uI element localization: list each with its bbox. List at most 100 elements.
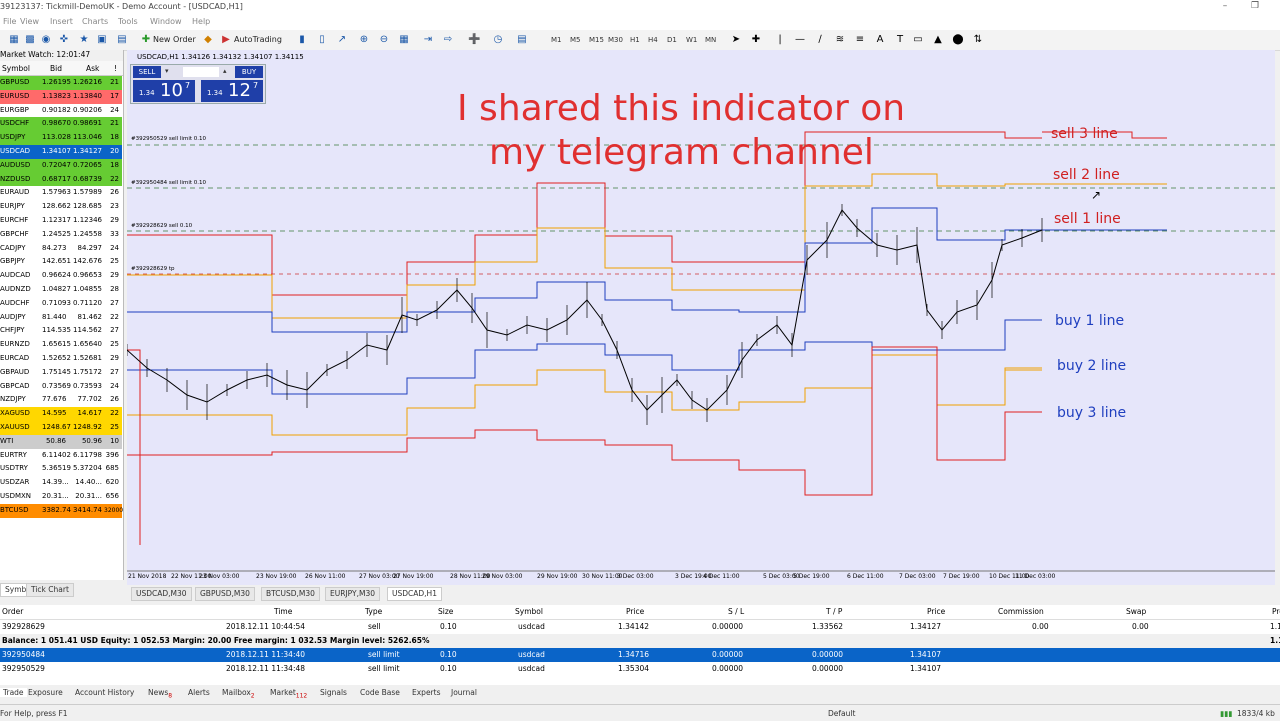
market-watch-row[interactable]: AUDCAD 0.96624 0.96653 29 (0, 269, 122, 283)
indicators-icon[interactable]: ➕ (468, 34, 480, 46)
col-ask[interactable]: Ask (86, 64, 99, 73)
market-watch-row[interactable]: GBPJPY 142.651 142.676 25 (0, 255, 122, 270)
tf-m5[interactable]: M5 (570, 34, 581, 46)
market-watch-row[interactable]: EURGBP 0.90182 0.90206 24 (0, 103, 122, 118)
tab-journal[interactable]: Journal (451, 688, 477, 697)
auto-scroll-icon[interactable]: ⇨ (442, 34, 454, 46)
market-watch-row[interactable]: CADJPY 84.273 84.297 24 (0, 241, 122, 256)
col-sl[interactable]: S / L (728, 605, 744, 619)
tab-code-base[interactable]: Code Base (360, 688, 400, 697)
bar-chart-icon[interactable]: ▮ (296, 34, 308, 46)
col-order[interactable]: Order (2, 605, 23, 619)
horizontal-line-icon[interactable]: — (794, 34, 806, 46)
market-watch-icon[interactable]: ◉ (40, 34, 52, 46)
menu-view[interactable]: View (20, 17, 39, 26)
candlestick-icon[interactable]: ▯ (316, 34, 328, 46)
tile-windows-icon[interactable]: ▦ (398, 34, 410, 46)
lot-up-icon[interactable]: ▴ (223, 67, 227, 75)
col-price[interactable]: Price (626, 605, 644, 619)
tab-trade[interactable]: Trade (0, 688, 27, 697)
menu-insert[interactable]: Insert (50, 17, 73, 26)
market-watch-row[interactable]: EURNZD 1.65615 1.65640 25 (0, 338, 122, 352)
market-watch-row[interactable]: WTI 50.86 50.96 10 (0, 434, 122, 449)
minimize-icon[interactable]: – (1210, 1, 1240, 13)
market-watch-row[interactable]: EURUSD 1.13823 1.13840 17 (0, 89, 122, 104)
market-watch-row[interactable]: USDMXN 20.31... 20.31... 656 (0, 490, 122, 504)
tab-account-history[interactable]: Account History (75, 688, 134, 697)
market-watch-row[interactable]: AUDCHF 0.71093 0.71120 27 (0, 296, 122, 311)
menu-tools[interactable]: Tools (118, 17, 138, 26)
new-chart-icon[interactable]: ▦ (8, 34, 20, 46)
order-row[interactable]: 392950529 2018.12.11 11:34:48 sell limit 0.… (0, 662, 1280, 676)
text-icon[interactable]: A (874, 34, 886, 46)
market-watch-row[interactable]: USDTRY 5.36519 5.37204 685 (0, 462, 122, 477)
tf-m15[interactable]: M15 (589, 34, 604, 46)
menu-charts[interactable]: Charts (82, 17, 108, 26)
col-current-price[interactable]: Price (927, 605, 945, 619)
col-type[interactable]: Type (365, 605, 382, 619)
cursor-icon[interactable]: ➤ (730, 34, 742, 46)
chart-window[interactable]: USDCAD,H1 1.34126 1.34132 1.34107 1.3411… (127, 50, 1275, 585)
lot-down-icon[interactable]: ▾ (165, 67, 169, 75)
metaeditor-icon[interactable]: ◆ (202, 34, 214, 46)
market-watch-row[interactable]: CHFJPY 114.535 114.562 27 (0, 324, 122, 339)
market-watch-row[interactable]: EURAUD 1.57963 1.57989 26 (0, 186, 122, 201)
autotrading-icon[interactable]: ▶ (220, 34, 232, 46)
col-tp[interactable]: T / P (826, 605, 842, 619)
market-watch-row[interactable]: EURTRY 6.11402 6.11798 396 (0, 448, 122, 463)
zoom-in-icon[interactable]: ⊕ (358, 34, 370, 46)
line-chart-icon[interactable]: ↗ (336, 34, 348, 46)
market-watch-row[interactable]: NZDUSD 0.68717 0.68739 22 (0, 172, 122, 187)
tab-tick-chart[interactable]: Tick Chart (26, 583, 74, 597)
zoom-out-icon[interactable]: ⊖ (378, 34, 390, 46)
tester-icon[interactable]: ▤ (116, 34, 128, 46)
triangle-icon[interactable]: ▲ (932, 34, 944, 46)
market-watch-row[interactable]: XAUUSD 1248.67 1248.92 25 (0, 421, 122, 435)
buy-price-box[interactable]: 1.34 12 7 (201, 80, 263, 102)
order-row[interactable]: 392928629 2018.12.11 10:44:54 sell 0.10 usdc… (0, 620, 1280, 634)
tab-market[interactable]: Market112 (270, 688, 307, 700)
order-row[interactable]: 392950484 2018.12.11 11:34:40 sell limit 0.… (0, 648, 1280, 662)
chart-tab-eurjpy-m30[interactable]: EURJPY,M30 (325, 587, 380, 601)
market-watch-row[interactable]: USDCAD 1.34107 1.34127 20 (0, 145, 122, 159)
tf-m1[interactable]: M1 (551, 34, 562, 46)
chart-tab-usdcad-m30[interactable]: USDCAD,M30 (131, 587, 192, 601)
col-profit[interactable]: Profit (1272, 605, 1280, 619)
trendline-icon[interactable]: ∕ (814, 34, 826, 46)
vertical-line-icon[interactable]: | (774, 34, 786, 46)
new-order-icon[interactable]: ✚ (140, 34, 152, 46)
market-watch-row[interactable]: EURJPY 128.662 128.685 23 (0, 200, 122, 214)
buy-button[interactable]: BUY (235, 66, 263, 78)
market-watch-row[interactable]: GBPAUD 1.75145 1.75172 27 (0, 365, 122, 380)
new-order-button[interactable]: New Order (153, 33, 196, 47)
menu-file[interactable]: File (3, 17, 16, 26)
market-watch-row[interactable]: BTCUSD 3382.74 3414.74 32000 (0, 503, 123, 518)
col-symbol[interactable]: Symbol (515, 605, 543, 619)
crosshair-icon[interactable]: ✚ (750, 34, 762, 46)
tab-news[interactable]: News8 (148, 688, 172, 700)
market-watch-row[interactable]: USDJPY 113.028 113.046 18 (0, 131, 122, 145)
tab-experts[interactable]: Experts (412, 688, 440, 697)
ellipse-icon[interactable]: ⬤ (952, 34, 964, 46)
market-watch-row[interactable]: GBPCAD 0.73569 0.73593 24 (0, 379, 122, 394)
market-watch-row[interactable]: AUDJPY 81.440 81.462 22 (0, 310, 122, 325)
restore-icon[interactable]: ❐ (1240, 1, 1270, 13)
market-watch-row[interactable]: GBPUSD 1.26195 1.26216 21 (0, 76, 122, 90)
chart-tab-usdcad-h1[interactable]: USDCAD,H1 (387, 587, 442, 601)
col-commission[interactable]: Commission (998, 605, 1044, 619)
market-watch-row[interactable]: USDZAR 14.39... 14.40... 620 (0, 476, 122, 490)
market-watch-row[interactable]: GBPCHF 1.24525 1.24558 33 (0, 227, 122, 242)
sell-button[interactable]: SELL (133, 66, 161, 78)
tab-mailbox[interactable]: Mailbox2 (222, 688, 255, 700)
col-spread[interactable]: ! (114, 64, 117, 73)
lot-size-input[interactable]: 0.10 (183, 67, 219, 77)
periods-icon[interactable]: ◷ (492, 34, 504, 46)
autotrading-button[interactable]: AutoTrading (234, 33, 282, 47)
col-swap[interactable]: Swap (1126, 605, 1146, 619)
tab-signals[interactable]: Signals (320, 688, 347, 697)
channel-icon[interactable]: ≋ (834, 34, 846, 46)
col-size[interactable]: Size (438, 605, 453, 619)
tf-h4[interactable]: H4 (648, 34, 658, 46)
market-watch-row[interactable]: AUDUSD 0.72047 0.72065 18 (0, 158, 122, 173)
chart-shift-icon[interactable]: ⇥ (422, 34, 434, 46)
